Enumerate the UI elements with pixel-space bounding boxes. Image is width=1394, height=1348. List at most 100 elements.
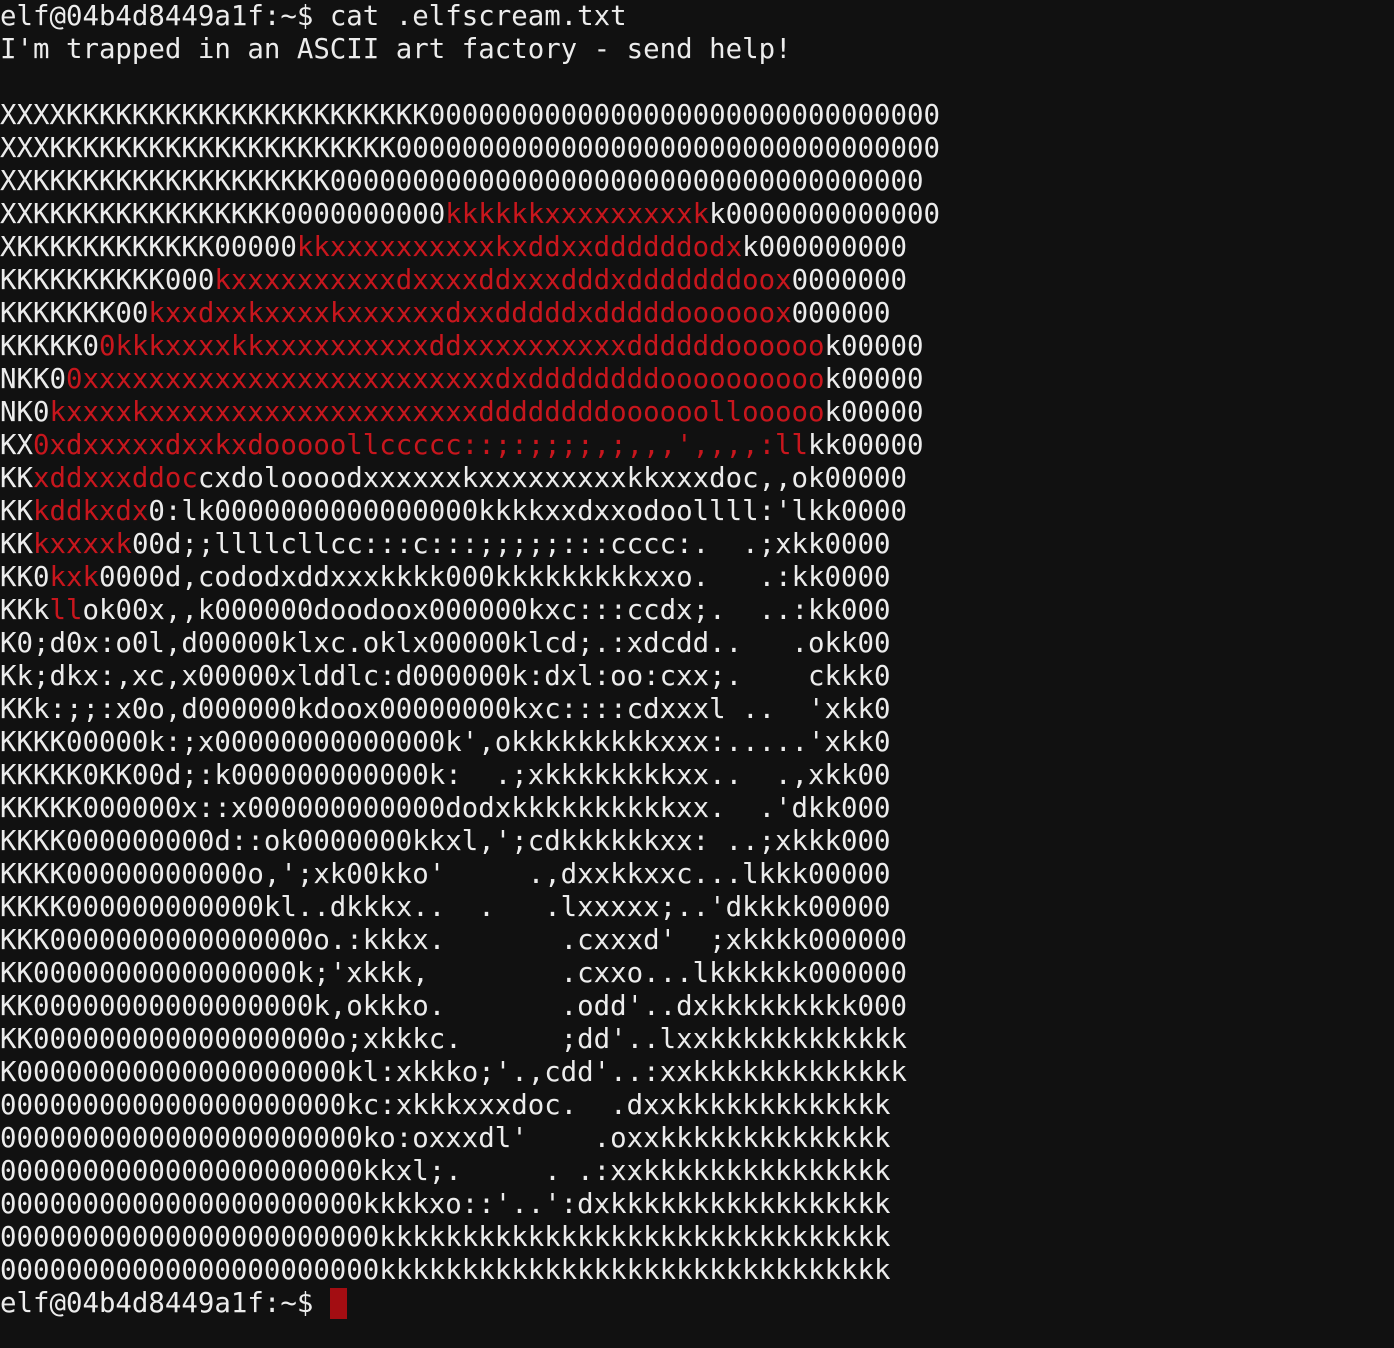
art-segment: XKKKKKKKKKKKK00000: [0, 232, 297, 263]
art-line: KKK0000000000000000o.:kkkx. .cxxxd' ;xkk…: [0, 924, 907, 957]
art-highlight-segment: xddxxxddoc: [32, 463, 198, 494]
art-segment: 0000000000000000000000kkxl;. . .:xxkkkkk…: [0, 1156, 891, 1187]
art-highlight-segment: kxxdxxkxxxxkxxxxxxdxxdddddxdddddoooooox: [148, 298, 792, 329]
art-highlight-segment: 0kkkxxxxkkxxxxxxxxxxddxxxxxxxxxxddddddoo…: [98, 331, 825, 362]
art-line: KK0kxk0000d,cododxddxxxkkkk000kkkkkkkkkx…: [0, 561, 891, 594]
art-line: KK0000000000000000k;'xkkk, .cxxo...lkkkk…: [0, 957, 907, 990]
art-line: XXKKKKKKKKKKKKKKK0000000000kkkkkkxxxxxxx…: [0, 198, 940, 231]
art-line: Kk;dkx:,xc,x00000xlddlc:d000000k:dxl:oo:…: [0, 660, 891, 693]
art-segment: KKKKKKK00: [0, 298, 149, 329]
art-segment: k00000: [824, 397, 924, 428]
prompt: elf@04b4d8449a1f:~$: [0, 1288, 330, 1319]
text-cursor[interactable]: [329, 1288, 347, 1319]
art-highlight-segment: kxk: [49, 562, 99, 593]
art-line: KKKKKKK00kxxdxxkxxxxkxxxxxxdxxdddddxdddd…: [0, 297, 891, 330]
art-segment: NK0: [0, 397, 50, 428]
art-highlight-segment: 0xdxxxxxdxxkxdooooollccccc::;:;;;;,;,,,'…: [32, 430, 809, 461]
art-segment: kk00000: [808, 430, 924, 461]
art-line: XXXKKKKKKKKKKKKKKKKKKKKK0000000000000000…: [0, 132, 940, 165]
art-line: KKk:;;:x0o,d000000kdoox00000000kxc::::cd…: [0, 693, 891, 726]
art-segment: KK: [0, 463, 33, 494]
art-segment: XXXKKKKKKKKKKKKKKKKKKKKK0000000000000000…: [0, 133, 940, 164]
art-segment: NKK0: [0, 364, 66, 395]
art-line: KK000000000000000000o;xkkkc. ;dd'..lxxkk…: [0, 1023, 907, 1056]
art-segment: K0;d0x:o0l,d00000klxc.oklx00000klcd;.:xd…: [0, 628, 891, 659]
art-segment: ok00x,,k000000doodoox000000kxc:::ccdx;. …: [82, 595, 891, 626]
art-segment: KKKKKKKKKK000: [0, 265, 215, 296]
art-line: KX0xdxxxxxdxxkxdooooollccccc::;:;;;;,;,,…: [0, 429, 923, 462]
art-segment: k00000: [824, 364, 924, 395]
art-highlight-segment: kxxxxxxxxxxdxxxxddxxxdddxdddddddoox: [214, 265, 792, 296]
input-line[interactable]: elf@04b4d8449a1f:~$: [0, 1287, 347, 1320]
art-segment: KKKKK0: [0, 331, 99, 362]
art-line: KKkllok00x,,k000000doodoox000000kxc:::cc…: [0, 594, 891, 627]
art-line: XXKKKKKKKKKKKKKKKKKK00000000000000000000…: [0, 165, 923, 198]
art-line: K00000000000000000000kl:xkkko;'.,cdd'..:…: [0, 1056, 907, 1089]
art-segment: k0000000000000: [709, 199, 940, 230]
art-segment: 0:lk0000000000000000kkkkxxdxxodoollll:'l…: [148, 496, 907, 527]
art-segment: KK00000000000000000k,okkko. .odd'..dxkkk…: [0, 991, 907, 1022]
art-line: KKKK000000000000kl..dkkkx.. . .lxxxxx;..…: [0, 891, 891, 924]
art-segment: KKKK000000000d::ok0000000kkxl,';cdkkkkkk…: [0, 826, 891, 857]
art-segment: 0000d,cododxddxxxkkkk000kkkkkkkkkxxo. .:…: [98, 562, 891, 593]
art-line: KKkxxxxk00d;;llllcllcc:::c:::;;;;;:::ccc…: [0, 528, 891, 561]
art-segment: 0000000000000000000000kkkkxo::'..':dxkkk…: [0, 1189, 891, 1220]
art-segment: KKKK00000k:;x00000000000000k',okkkkkkkkk…: [0, 727, 891, 758]
art-line: KKkddkxdx0:lk0000000000000000kkkkxxdxxod…: [0, 495, 907, 528]
art-line: KKKKK000000x::x000000000000dodxkkkkkkkkk…: [0, 792, 891, 825]
art-line: 0000000000000000000000kkkkxo::'..':dxkkk…: [0, 1188, 891, 1221]
art-segment: 000000000000000000000kc:xkkkxxxdoc. .dxx…: [0, 1090, 891, 1121]
art-segment: KKk:;;:x0o,d000000kdoox00000000kxc::::cd…: [0, 694, 891, 725]
terminal-window[interactable]: elf@04b4d8449a1f:~$ cat .elfscream.txt I…: [0, 0, 1394, 1348]
art-line: NK0kxxxxkxxxxxxxxxxxxxxxxxxxxddddddddooo…: [0, 396, 924, 429]
art-segment: KX: [0, 430, 33, 461]
art-segment: KK0000000000000000k;'xkkk, .cxxo...lkkkk…: [0, 958, 907, 989]
art-highlight-segment: kkxxxxxxxxxxkxddxxddddddodx: [296, 232, 743, 263]
art-highlight-segment: kddkxdx: [32, 496, 149, 527]
art-segment: 00000000000000000000000kkkkkkkkkkkkkkkkk…: [0, 1255, 891, 1286]
art-line: KKxddxxxddoccxdoloooodxxxxxxkxxxxxxxxxkk…: [0, 462, 907, 495]
art-segment: KKKK000000000000kl..dkkkx.. . .lxxxxx;..…: [0, 892, 891, 923]
prompt: elf@04b4d8449a1f:~$: [0, 1, 330, 32]
art-line: K0;d0x:o0l,d00000klxc.oklx00000klcd;.:xd…: [0, 627, 891, 660]
art-segment: 0000000: [791, 265, 907, 296]
art-line: 00000000000000000000000kkkkkkkkkkkkkkkkk…: [0, 1221, 891, 1254]
art-segment: KKK0000000000000000o.:kkkx. .cxxxd' ;xkk…: [0, 925, 907, 956]
art-segment: KKKKK0KK00d;:k000000000000k: .;xkkkkkkkk…: [0, 760, 891, 791]
art-segment: XXKKKKKKKKKKKKKKKKKK00000000000000000000…: [0, 166, 924, 197]
art-line: KKKKKKKKKK000kxxxxxxxxxxdxxxxddxxxdddxdd…: [0, 264, 907, 297]
art-line: KKKK00000000000o,';xk00kko' .,dxxkkxxc..…: [0, 858, 891, 891]
command-text: cat .elfscream.txt: [329, 1, 627, 32]
art-highlight-segment: 0xxxxxxxxxxxxxxxxxxxxxxxxxdxddddddddoooo…: [65, 364, 825, 395]
art-highlight-segment: ll: [49, 595, 83, 626]
art-line: 0000000000000000000000kkxl;. . .:xxkkkkk…: [0, 1155, 891, 1188]
art-line: 00000000000000000000000kkkkkkkkkkkkkkkkk…: [0, 1254, 891, 1287]
art-highlight-segment: kxxxxk: [32, 529, 132, 560]
art-segment: KKk: [0, 595, 50, 626]
art-segment: XXXXKKKKKKKKKKKKKKKKKKKKKK00000000000000…: [0, 100, 940, 131]
output-message: I'm trapped in an ASCII art factory - se…: [0, 34, 792, 65]
art-highlight-segment: kxxxxkxxxxxxxxxxxxxxxxxxxxddddddddoooooo…: [49, 397, 825, 428]
art-line: KK00000000000000000k,okkko. .odd'..dxkkk…: [0, 990, 907, 1023]
art-line: XXXXKKKKKKKKKKKKKKKKKKKKKK00000000000000…: [0, 99, 940, 132]
art-segment: k000000000: [742, 232, 907, 263]
art-line: 0000000000000000000000ko:oxxxdl' .oxxkkk…: [0, 1122, 891, 1155]
art-segment: 00000000000000000000000kkkkkkkkkkkkkkkkk…: [0, 1222, 891, 1253]
command-line: elf@04b4d8449a1f:~$ cat .elfscream.txt: [0, 0, 627, 33]
art-segment: Kk;dkx:,xc,x00000xlddlc:d000000k:dxl:oo:…: [0, 661, 891, 692]
art-segment: KK: [0, 529, 33, 560]
art-highlight-segment: kkkkkkxxxxxxxxxk: [445, 199, 710, 230]
art-segment: K00000000000000000000kl:xkkko;'.,cdd'..:…: [0, 1057, 907, 1088]
art-segment: KKKK00000000000o,';xk00kko' .,dxxkkxxc..…: [0, 859, 891, 890]
art-line: XKKKKKKKKKKKK00000kkxxxxxxxxxxkxddxxdddd…: [0, 231, 907, 264]
art-segment: 000000: [791, 298, 891, 329]
art-segment: cxdoloooodxxxxxxkxxxxxxxxxkkxxxdoc,,ok00…: [197, 463, 907, 494]
art-line: NKK00xxxxxxxxxxxxxxxxxxxxxxxxxdxdddddddd…: [0, 363, 924, 396]
art-segment: 00d;;llllcllcc:::c:::;;;;;:::cccc:. .;xk…: [131, 529, 891, 560]
art-segment: 0000000000000000000000ko:oxxxdl' .oxxkkk…: [0, 1123, 891, 1154]
art-segment: KK: [0, 496, 33, 527]
art-segment: KK0: [0, 562, 50, 593]
art-segment: k00000: [824, 331, 924, 362]
art-line: KKKKK0KK00d;:k000000000000k: .;xkkkkkkkk…: [0, 759, 891, 792]
art-line: KKKK000000000d::ok0000000kkxl,';cdkkkkkk…: [0, 825, 891, 858]
